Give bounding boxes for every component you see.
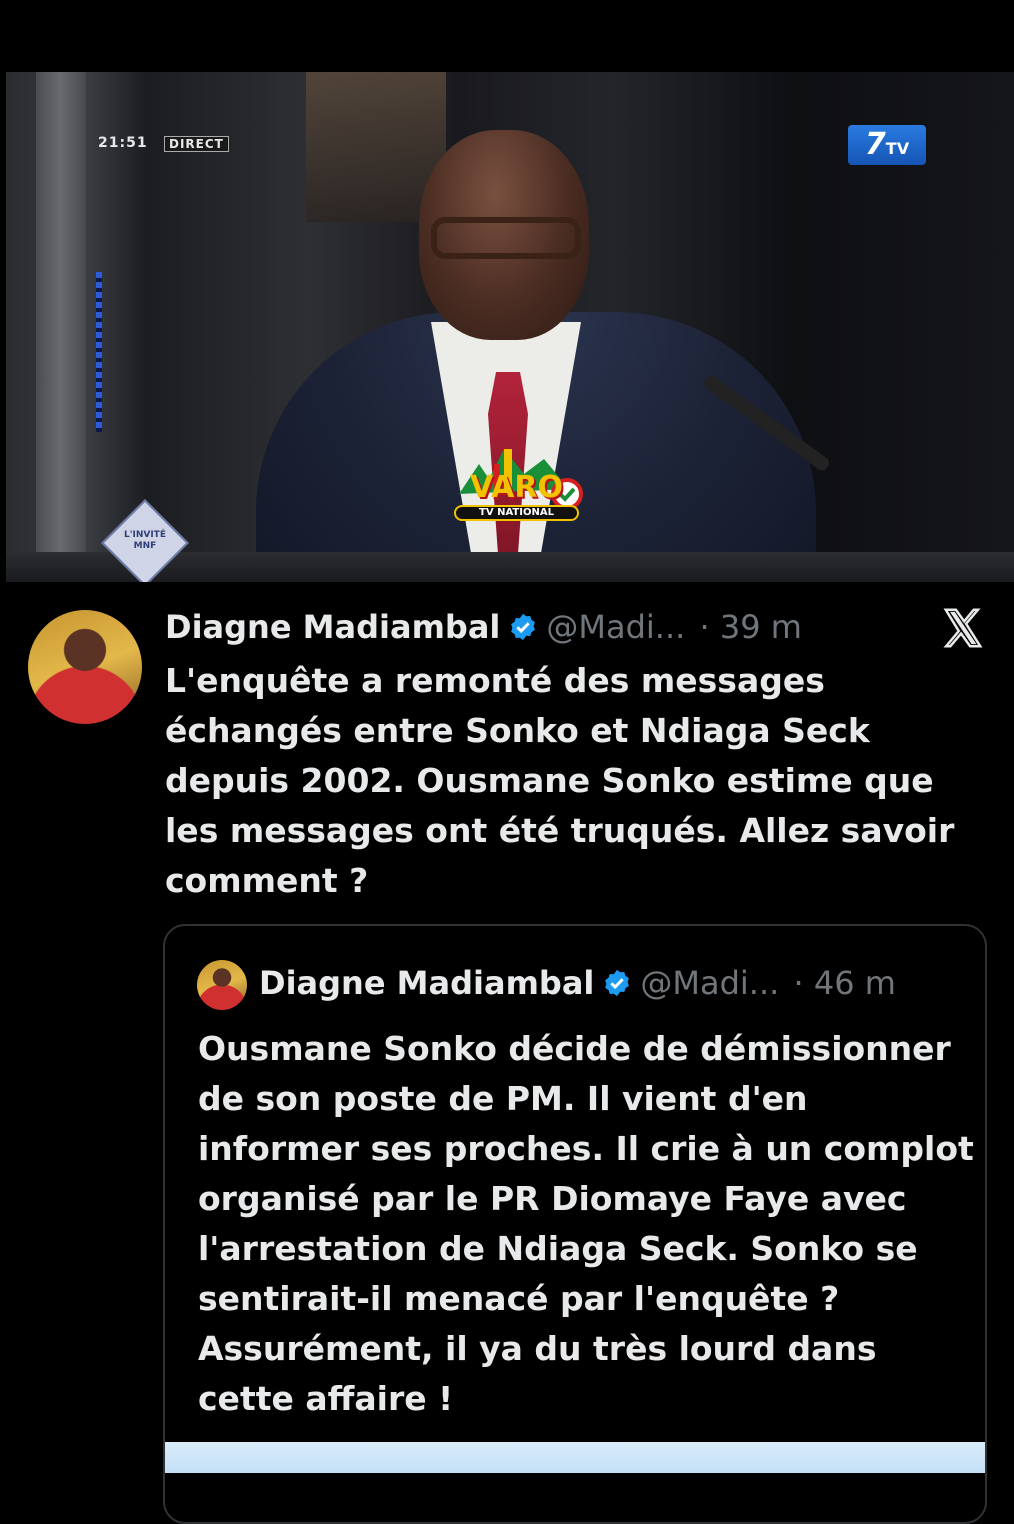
- watermark-title: VARO: [469, 470, 563, 505]
- separator-dot: ·: [783, 964, 814, 1002]
- verified-badge-icon: [605, 969, 630, 997]
- quoted-author-avatar[interactable]: [197, 960, 247, 1010]
- watermark-subtitle: TV NATIONAL: [454, 505, 579, 521]
- quoted-author-handle[interactable]: @Madi...: [640, 964, 779, 1002]
- guest-badge-label: L'INVITÉ MNF: [124, 530, 166, 551]
- tweet-text: L'enquête a remonté des messages échangé…: [165, 661, 955, 900]
- live-badge: DIRECT: [164, 136, 229, 152]
- quoted-tweet-text: Ousmane Sonko décide de démissionner de …: [198, 1029, 974, 1418]
- channel-logo-number: 7: [864, 127, 886, 162]
- studio-panel: [36, 72, 86, 582]
- verified-badge-icon: [511, 613, 536, 641]
- quoted-author-name[interactable]: Diagne Madiambal: [259, 964, 594, 1002]
- quoted-tweet-time[interactable]: 46 m: [814, 964, 896, 1002]
- author-avatar[interactable]: [28, 610, 142, 724]
- video-frame[interactable]: 21:51 DIRECT 7TV L'INVITÉ MNF VARO TV NA…: [6, 72, 1014, 582]
- quoted-tweet-media[interactable]: [165, 1442, 985, 1473]
- presenter-glasses: [431, 217, 581, 259]
- studio-light-strip: [96, 272, 102, 432]
- tweet-time[interactable]: 39 m: [720, 608, 802, 646]
- channel-logo: 7TV: [848, 125, 926, 165]
- separator-dot: ·: [689, 608, 720, 646]
- broadcast-time: 21:51: [98, 135, 148, 151]
- channel-logo-suffix: TV: [885, 139, 910, 158]
- x-logo-icon[interactable]: [940, 605, 986, 651]
- author-name[interactable]: Diagne Madiambal: [165, 608, 500, 646]
- quoted-tweet-header: Diagne Madiambal @Madi... · 46 m: [259, 962, 896, 1004]
- tweet-header: Diagne Madiambal @Madi... · 39 m: [165, 606, 802, 648]
- top-bar: [0, 0, 1014, 72]
- author-handle[interactable]: @Madi...: [546, 608, 685, 646]
